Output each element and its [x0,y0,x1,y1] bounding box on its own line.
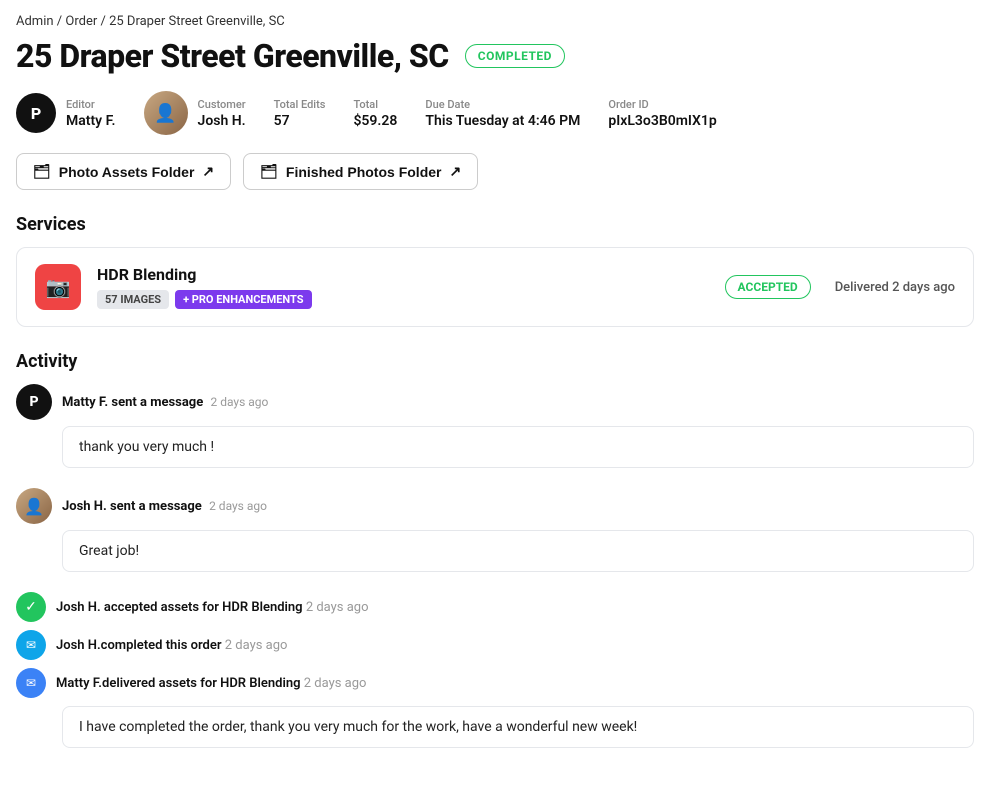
total-edits-block: Total Edits 57 [274,98,326,129]
external-link-icon-2: ↗ [449,163,461,180]
action-2: sent a message [110,499,202,514]
editor-name: Matty F. [66,113,116,129]
event-label-3: Matty F.delivered assets for HDR Blendin… [56,676,301,691]
event-time-1: 2 days ago [306,600,369,615]
activity-section: Activity P Matty F. sent a message 2 day… [16,351,974,748]
activity-item-1: P Matty F. sent a message 2 days ago tha… [16,384,974,478]
accepted-icon: ✓ [16,592,46,622]
matty-avatar: P [16,384,52,420]
external-link-icon: ↗ [202,163,214,180]
accepted-badge: ACCEPTED [725,275,811,299]
folder-row: 🗂 Photo Assets Folder ↗ 🗂 Finished Photo… [16,153,974,190]
breadcrumb-order[interactable]: Order [65,14,97,29]
customer-label: Customer [198,98,246,111]
sender-2: Josh H. [62,499,107,514]
service-badges: 57 IMAGES + PRO ENHANCEMENTS [97,290,709,309]
activity-header-1: P Matty F. sent a message 2 days ago [16,384,974,420]
event-text-3: Matty F.delivered assets for HDR Blendin… [56,676,366,691]
activity-meta-1: Matty F. sent a message 2 days ago [62,395,268,410]
event-label-1: Josh H. accepted assets for HDR Blending [56,600,303,615]
activity-event-3: ✉ Matty F.delivered assets for HDR Blend… [16,668,974,698]
order-id-value: pIxL3o3B0mIX1p [608,113,716,129]
customer-info: Customer Josh H. [198,98,246,129]
total-block: Total $59.28 [353,98,397,129]
customer-block: 👤 Customer Josh H. [144,91,246,135]
message-box-2: Great job! [62,530,974,572]
event-text-1: Josh H. accepted assets for HDR Blending… [56,600,369,615]
photo-assets-folder-label: Photo Assets Folder [59,164,195,180]
order-id-label: Order ID [608,98,716,111]
editor-label: Editor [66,98,116,111]
service-info: HDR Blending 57 IMAGES + PRO ENHANCEMENT… [97,265,709,309]
status-badge: COMPLETED [465,44,565,68]
activity-header-2: 👤 Josh H. sent a message 2 days ago [16,488,974,524]
total-value: $59.28 [353,113,397,129]
finished-photos-folder-label: Finished Photos Folder [286,164,442,180]
activity-meta-2: Josh H. sent a message 2 days ago [62,499,267,514]
sender-1: Matty F. [62,395,108,410]
service-name: HDR Blending [97,265,709,284]
breadcrumb: Admin / Order / 25 Draper Street Greenvi… [16,14,974,29]
completed-icon: ✉ [16,630,46,660]
due-date-label: Due Date [425,98,580,111]
action-1: sent a message [111,395,203,410]
delivered-icon: ✉ [16,668,46,698]
folder-icon: 🗂 [33,163,51,180]
camera-icon: 📷 [46,275,71,299]
service-status: ACCEPTED Delivered 2 days ago [725,275,955,299]
last-message-box: I have completed the order, thank you ve… [62,706,974,748]
customer-name: Josh H. [198,113,246,129]
breadcrumb-admin[interactable]: Admin [16,14,54,29]
folder-icon-2: 🗂 [260,163,278,180]
services-title: Services [16,214,974,235]
photo-assets-folder-button[interactable]: 🗂 Photo Assets Folder ↗ [16,153,231,190]
pro-badge: + PRO ENHANCEMENTS [175,290,311,309]
finished-photos-folder-button[interactable]: 🗂 Finished Photos Folder ↗ [243,153,478,190]
meta-row: P Editor Matty F. 👤 Customer Josh H. Tot… [16,91,974,135]
service-icon-box: 📷 [35,264,81,310]
total-edits-label: Total Edits [274,98,326,111]
page-title: 25 Draper Street Greenville, SC [16,37,449,75]
message-box-1: thank you very much ! [62,426,974,468]
event-text-2: Josh H.completed this order 2 days ago [56,638,287,653]
event-time-2: 2 days ago [225,638,288,653]
service-card: 📷 HDR Blending 57 IMAGES + PRO ENHANCEME… [16,247,974,327]
total-label: Total [353,98,397,111]
delivered-text: Delivered 2 days ago [835,280,955,295]
event-time-3: 2 days ago [304,676,367,691]
time-1: 2 days ago [211,395,269,409]
due-date-value: This Tuesday at 4:46 PM [425,113,580,129]
breadcrumb-current: 25 Draper Street Greenville, SC [109,14,285,29]
editor-block: P Editor Matty F. [16,93,116,133]
editor-avatar: P [16,93,56,133]
editor-info: Editor Matty F. [66,98,116,129]
title-row: 25 Draper Street Greenville, SC COMPLETE… [16,37,974,75]
event-label-2: Josh H.completed this order [56,638,222,653]
order-id-block: Order ID pIxL3o3B0mIX1p [608,98,716,129]
images-badge: 57 IMAGES [97,290,169,309]
josh-avatar: 👤 [16,488,52,524]
activity-title: Activity [16,351,974,372]
activity-event-2: ✉ Josh H.completed this order 2 days ago [16,630,974,660]
time-2: 2 days ago [209,499,267,513]
total-edits-value: 57 [274,113,326,129]
due-date-block: Due Date This Tuesday at 4:46 PM [425,98,580,129]
activity-event-1: ✓ Josh H. accepted assets for HDR Blendi… [16,592,974,622]
customer-avatar: 👤 [144,91,188,135]
services-section: Services 📷 HDR Blending 57 IMAGES + PRO … [16,214,974,327]
activity-item-2: 👤 Josh H. sent a message 2 days ago Grea… [16,488,974,582]
